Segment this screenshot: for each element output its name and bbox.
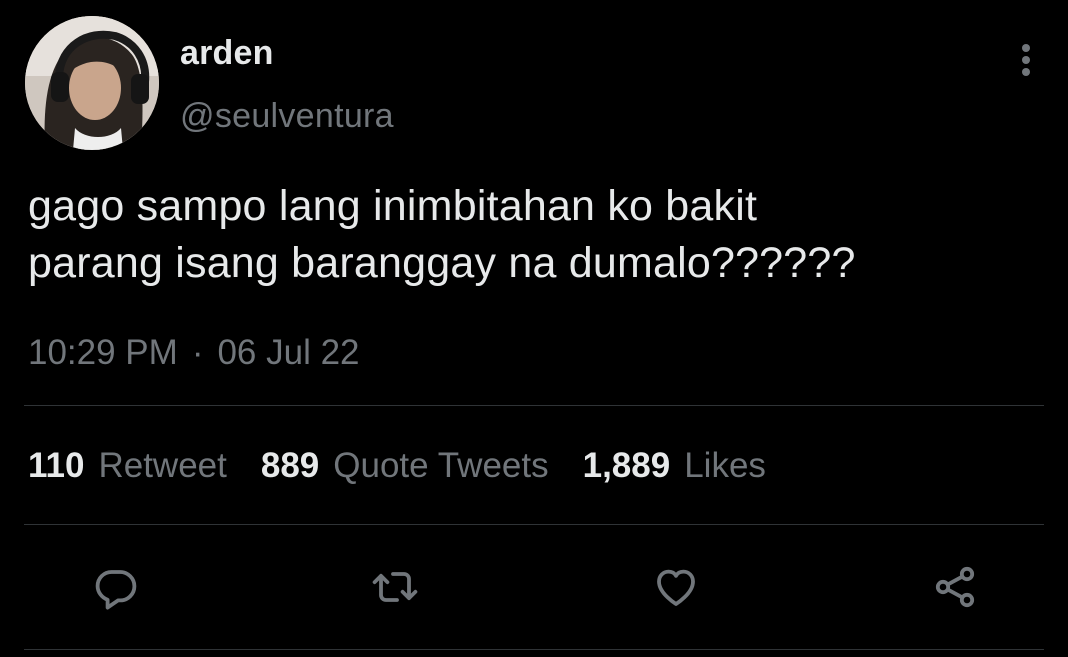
share-button[interactable] xyxy=(930,562,980,612)
more-vertical-icon xyxy=(1022,68,1030,76)
tweet-text: gago sampo lang inimbitahan ko bakit par… xyxy=(28,178,1038,292)
likes-label: Likes xyxy=(684,446,766,485)
reply-icon xyxy=(95,570,137,610)
divider xyxy=(24,649,1044,650)
tweet-stats: 110 Retweet 889 Quote Tweets 1,889 Likes xyxy=(28,446,766,486)
divider xyxy=(24,524,1044,525)
more-vertical-icon xyxy=(1022,56,1030,64)
likes-count: 1,889 xyxy=(582,446,671,485)
quote-tweets-count: 889 xyxy=(260,446,320,485)
quote-tweets-stat[interactable]: 889 Quote Tweets xyxy=(261,446,549,486)
more-options-button[interactable] xyxy=(1014,40,1038,80)
tweet-text-line: gago sampo lang inimbitahan ko bakit xyxy=(28,182,758,230)
tweet-date[interactable]: 06 Jul 22 xyxy=(217,333,359,372)
heart-icon xyxy=(657,569,695,606)
like-button[interactable] xyxy=(651,562,701,612)
likes-stat[interactable]: 1,889 Likes xyxy=(583,446,766,486)
retweets-count: 110 xyxy=(28,446,85,485)
tweet-timestamp: 10:29 PM · 06 Jul 22 xyxy=(28,333,360,373)
tweet-time[interactable]: 10:29 PM xyxy=(28,333,178,372)
divider xyxy=(24,405,1044,406)
more-vertical-icon xyxy=(1022,44,1030,52)
display-name[interactable]: arden xyxy=(180,34,274,73)
reply-button[interactable] xyxy=(91,562,141,612)
meta-separator: · xyxy=(191,333,204,372)
tweet-detail: arden @seulventura gago sampo lang inimb… xyxy=(0,0,1068,657)
action-bar xyxy=(0,562,1068,612)
retweets-label: Retweet xyxy=(98,446,227,485)
user-handle[interactable]: @seulventura xyxy=(180,97,394,136)
avatar[interactable] xyxy=(25,16,159,150)
tweet-text-line: parang isang baranggay na dumalo?????? xyxy=(28,239,856,287)
retweet-button[interactable] xyxy=(370,562,420,612)
quote-tweets-label: Quote Tweets xyxy=(333,446,549,485)
retweet-icon xyxy=(372,572,418,602)
retweets-stat[interactable]: 110 Retweet xyxy=(28,446,227,486)
avatar-photo xyxy=(25,16,159,150)
share-icon xyxy=(935,566,975,608)
